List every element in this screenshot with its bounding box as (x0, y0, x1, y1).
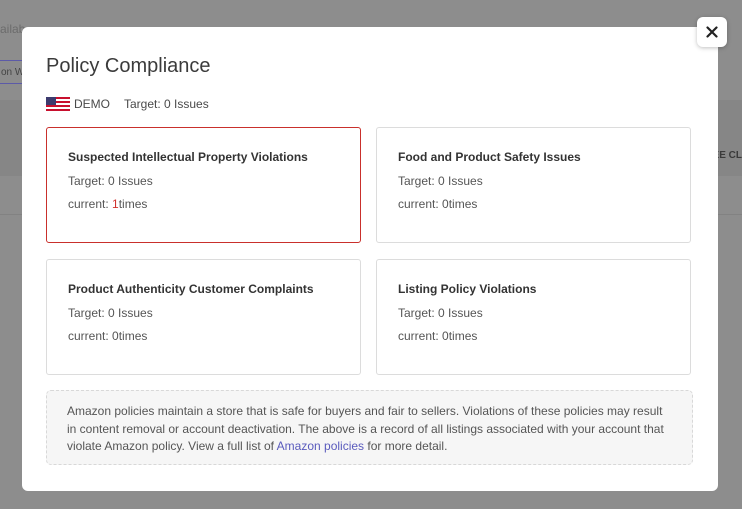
policy-note: Amazon policies maintain a store that is… (46, 390, 693, 465)
amazon-policies-link[interactable]: Amazon policies (277, 439, 364, 453)
note-text-end: for more detail. (364, 439, 448, 453)
card-title: Product Authenticity Customer Complaints (68, 282, 314, 296)
close-button[interactable] (697, 17, 727, 47)
card-authenticity-complaints[interactable]: Product Authenticity Customer Complaints… (46, 259, 361, 375)
card-title: Suspected Intellectual Property Violatio… (68, 150, 308, 164)
close-icon (706, 26, 718, 38)
card-target: Target: 0 Issues (398, 174, 483, 188)
card-target: Target: 0 Issues (398, 306, 483, 320)
policy-compliance-modal: Policy Compliance DEMO Target: 0 Issues … (22, 27, 718, 491)
card-listing-policy[interactable]: Listing Policy Violations Target: 0 Issu… (376, 259, 691, 375)
current-count: 0 (112, 329, 119, 343)
card-intellectual-property[interactable]: Suspected Intellectual Property Violatio… (46, 127, 361, 243)
us-flag-icon (46, 97, 70, 111)
card-current: current: 0times (398, 329, 478, 343)
current-count: 0 (442, 197, 449, 211)
target-summary: Target: 0 Issues (124, 97, 209, 111)
card-title: Food and Product Safety Issues (398, 150, 581, 164)
card-target: Target: 0 Issues (68, 306, 153, 320)
store-meta: DEMO Target: 0 Issues (46, 97, 209, 111)
current-count: 0 (442, 329, 449, 343)
card-target: Target: 0 Issues (68, 174, 153, 188)
store-name: DEMO (74, 97, 110, 111)
card-current: current: 1times (68, 197, 148, 211)
card-title: Listing Policy Violations (398, 282, 537, 296)
card-food-product-safety[interactable]: Food and Product Safety Issues Target: 0… (376, 127, 691, 243)
modal-title: Policy Compliance (46, 55, 211, 77)
card-current: current: 0times (398, 197, 478, 211)
current-count: 1 (112, 197, 119, 211)
card-current: current: 0times (68, 329, 148, 343)
